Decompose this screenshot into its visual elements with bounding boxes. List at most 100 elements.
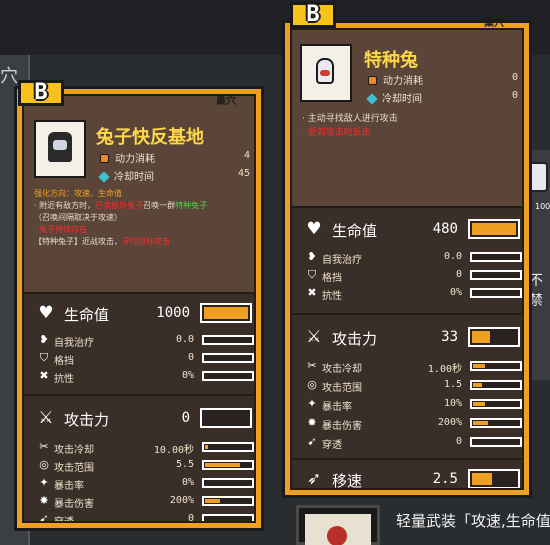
speed-bar [468,469,520,488]
stat-label: 穿透 [322,440,342,451]
item-icon [305,514,371,545]
stat-label: 暴击伤害 [54,499,94,510]
stat-bar [202,335,254,345]
stat-value: 1.00秒 [427,364,462,375]
power-value: 0 [511,72,518,83]
stat-bar [202,353,254,363]
cooldown-icon [98,171,110,183]
cooldown-icon: ✂ [39,440,49,453]
unit-portrait [34,120,86,178]
stat-label: 攻击冷却 [54,445,94,456]
stat-row: ◎ 攻击范围 5.5 [38,458,254,474]
divider [292,313,522,315]
crit-icon: ✦ [307,397,317,410]
stat-label: 攻击冷却 [322,364,362,375]
attack-value: 33 [441,329,458,345]
stat-row: ❥ 自我治疗 0.0 [38,333,254,349]
pierce-icon: ➹ [307,435,317,448]
hp-row: ♥ 生命值 480 [304,219,522,241]
stat-bar [470,418,522,428]
heal-icon: ❥ [39,333,49,346]
speed-row: ➶ 移速 2.5 [304,469,522,489]
attack-row: ⚔ 攻击力 33 [304,327,522,349]
stat-value: 5.5 [175,459,194,470]
attack-row: ⚔ 攻击力 0 [36,408,254,430]
stat-row: ➹ 穿透 0 [306,435,522,451]
card-category: 巢穴 [484,18,504,29]
right-card-body: 特种兔 动力消耗 0 冷却时间 0 · 主动寻找敌人进行攻击 · 受到攻击时反击… [290,28,524,490]
stat-value: 0 [187,352,194,363]
sword-icon: ⚔ [38,408,54,428]
divider [24,292,254,294]
shield-icon: ⛉ [307,268,317,281]
power-cost-row: 动力消耗 0 [368,72,518,87]
stat-bar [470,437,522,447]
stat-label: 格挡 [322,273,342,284]
power-icon [368,76,377,85]
background-text-right: 不禁 [529,273,543,309]
stat-row: ⛉ 格挡 0 [306,268,522,284]
stat-row: ✖ 抗性 0% [38,370,254,385]
background-number: 100 [535,202,550,211]
stat-value: 0 [455,436,462,447]
range-icon: ◎ [39,458,49,471]
divider [24,394,254,396]
attack-bar [468,327,520,347]
stat-value: 0% [181,370,194,381]
stat-bar [202,514,254,521]
base-building-icon [48,132,72,162]
stat-value: 0 [187,513,194,523]
heart-icon: ♥ [38,303,54,323]
heart-icon: ♥ [306,219,322,239]
crit-damage-icon: ✸ [307,416,317,429]
attack-bar [200,408,252,428]
stat-row: ✖ 抗性 0% [306,286,522,302]
rabbit-icon [316,58,334,84]
bottom-item-slot[interactable] [296,505,380,545]
stat-row: ✂ 攻击冷却 1.00秒 [306,360,522,375]
stat-value: 1.5 [443,379,462,390]
stat-row: ✦ 暴击率 0% [38,476,254,492]
stat-value: 10.00秒 [153,445,194,456]
stat-bar [202,478,254,488]
pierce-icon: ➹ [39,512,49,523]
stat-value: 0 [455,269,462,280]
stat-label: 格挡 [54,356,74,367]
stat-row: ✸ 暴击伤害 200% [306,416,522,432]
stat-label: 穿透 [54,517,74,523]
right-unit-card: 特种兔 动力消耗 0 冷却时间 0 · 主动寻找敌人进行攻击 · 受到攻击时反击… [282,20,532,498]
stat-label: 暴击率 [322,402,352,413]
stat-value: 0% [449,287,462,298]
power-icon [100,154,109,163]
power-value: 4 [243,150,250,161]
hp-bar [468,219,520,239]
hp-row: ♥ 生命值 1000 [36,303,254,325]
grade-badge: B [290,2,336,28]
crit-damage-icon: ✸ [39,494,49,507]
divider [292,458,522,460]
boot-icon: ➶ [306,469,322,489]
resist-icon: ✖ [307,286,317,299]
crit-icon: ✦ [39,476,49,489]
stat-row: ✸ 暴击伤害 200% [38,494,254,510]
stat-bar [202,496,254,506]
heal-icon: ❥ [307,250,317,263]
speed-value: 2.5 [432,471,458,487]
unit-portrait [300,44,352,102]
unit-description: · 主动寻找敌人进行攻击 · 受到攻击时反击 [302,114,398,138]
stat-value: 200% [169,495,194,506]
unit-name: 兔子快反基地 [96,127,204,148]
stat-value: 0.0 [443,251,462,262]
stat-row: ⛉ 格挡 0 [38,352,254,367]
stat-bar [470,270,522,280]
stat-row: ◎ 攻击范围 1.5 [306,379,522,394]
stat-label: 抗性 [54,374,74,385]
stat-bar [470,252,522,262]
left-unit-card: 兔子快反基地 动力消耗 4 冷却时间 45 强化方向：攻速、生命值 · 附近有敌… [14,86,264,531]
unit-name: 特种兔 [364,50,418,71]
stat-label: 自我治疗 [54,338,94,349]
stat-label: 暴击率 [54,481,84,492]
stat-bar [470,380,522,390]
cooldown-row: 冷却时间 45 [98,168,250,183]
left-card-body: 兔子快反基地 动力消耗 4 冷却时间 45 强化方向：攻速、生命值 · 附近有敌… [22,94,256,523]
